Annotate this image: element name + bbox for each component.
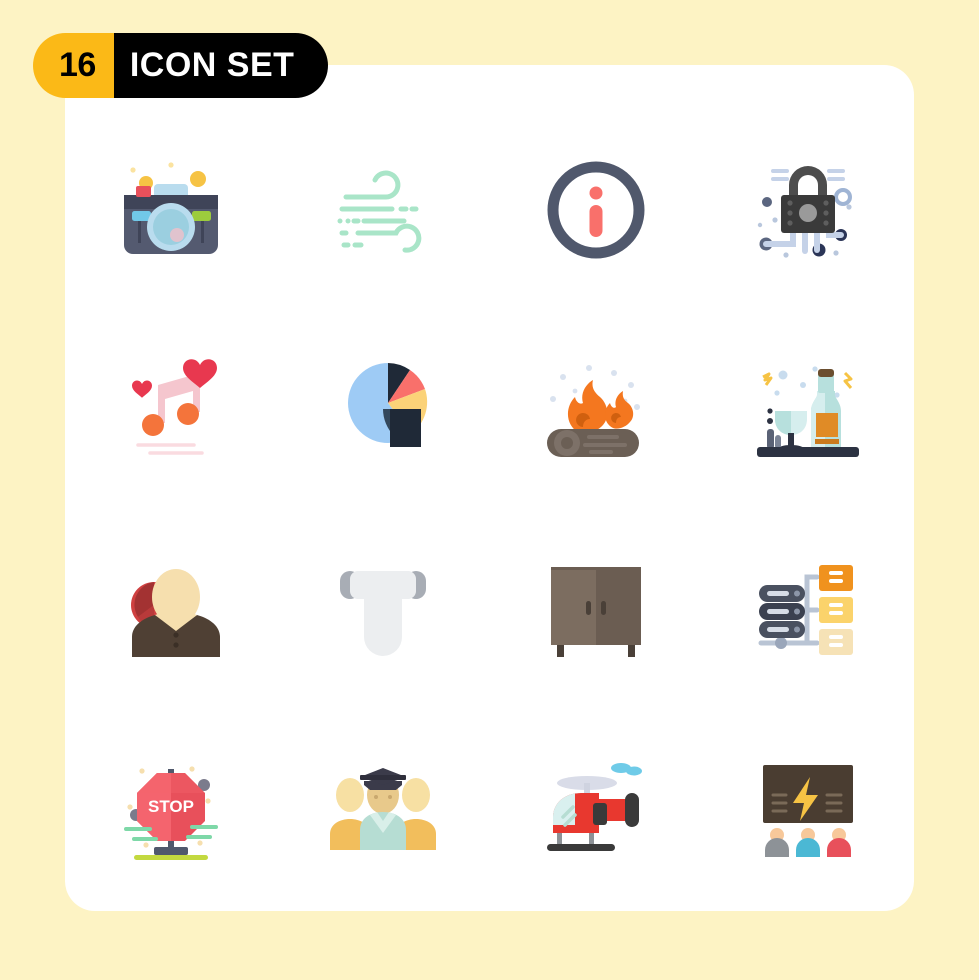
cabinet-icon [550,567,641,657]
icon-cell-user-profile[interactable] [65,510,277,710]
campfire-icon [546,365,640,457]
icon-grid: STOP [65,110,914,910]
icon-cell-campfire[interactable] [490,310,702,510]
team-group-icon [330,768,437,850]
stop-sign-label: STOP [148,797,194,816]
server-network-icon [758,565,853,655]
icon-cell-camera[interactable] [65,110,277,310]
icon-cell-cabinet[interactable] [490,510,702,710]
wind-icon [337,170,422,253]
stop-sign-icon: STOP [124,766,219,860]
icon-cell-info[interactable] [490,110,702,310]
banner: 16 ICON SET [33,33,329,98]
icon-cell-helicopter[interactable] [490,710,702,910]
user-profile-icon [131,569,221,657]
banner-title: ICON SET [113,33,329,98]
banner-count: 16 [33,33,114,98]
love-music-note-icon [132,359,218,455]
icon-cell-love-music[interactable] [65,310,277,510]
icon-cell-pie-chart[interactable] [277,310,489,510]
icon-cell-stop-sign[interactable]: STOP [65,710,277,910]
icon-cell-toilet-paper[interactable] [277,510,489,710]
icon-cell-team-group[interactable] [277,710,489,910]
pie-chart-icon [348,363,428,447]
liquor-bottle-icon [756,366,859,457]
toilet-paper-icon [340,571,427,656]
icon-cell-bar-drinks[interactable] [702,310,914,510]
cyber-security-lock-icon [757,166,852,258]
helicopter-icon [546,763,642,851]
icon-cell-cyber-security[interactable] [702,110,914,310]
camera-icon [124,162,219,254]
icon-cell-power-presentation[interactable] [702,710,914,910]
icon-cell-wind[interactable] [277,110,489,310]
icon-cell-server-network[interactable] [702,510,914,710]
info-icon [547,161,645,259]
presentation-power-icon [762,765,853,857]
